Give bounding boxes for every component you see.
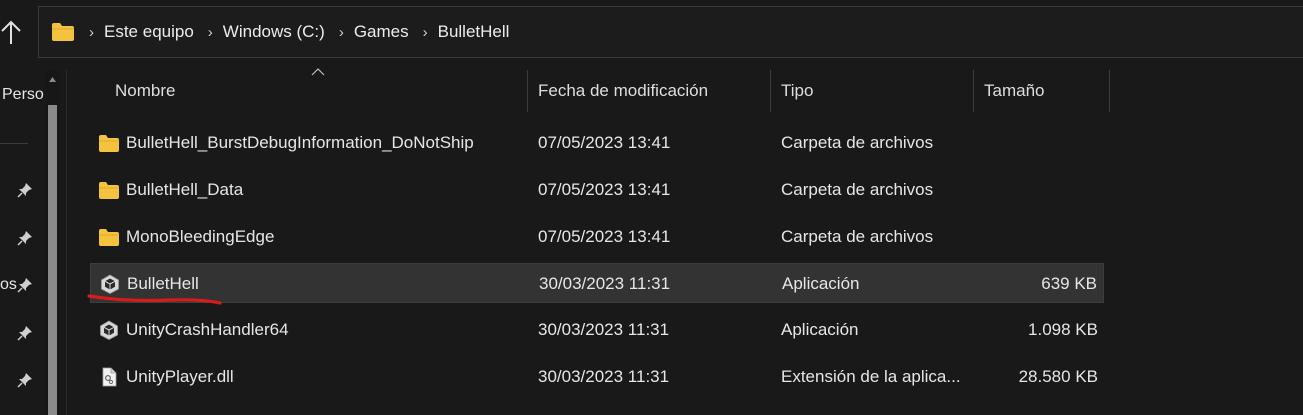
folder-icon	[99, 135, 119, 152]
file-row-selected[interactable]: BulletHell 30/03/2023 11:31 Aplicación 6…	[90, 263, 1104, 303]
pane-divider	[66, 70, 67, 415]
folder-icon	[52, 23, 74, 41]
pin-icon[interactable]	[17, 230, 33, 246]
file-date: 07/05/2023 13:41	[538, 227, 671, 246]
pin-icon[interactable]	[17, 182, 33, 198]
file-name: BulletHell_Data	[126, 180, 244, 199]
scroll-up-arrow-icon[interactable]	[48, 75, 57, 85]
file-name: UnityPlayer.dll	[126, 367, 234, 386]
up-arrow-icon[interactable]	[0, 18, 22, 48]
column-header-name[interactable]: Nombre	[115, 70, 525, 112]
file-name: MonoBleedingEdge	[126, 227, 275, 246]
pin-icon[interactable]	[17, 325, 33, 341]
breadcrumb-separator: ›	[207, 23, 213, 41]
file-row[interactable]: MonoBleedingEdge 07/05/2023 13:41 Carpet…	[90, 217, 1104, 257]
file-size: 1.098 KB	[1028, 320, 1098, 339]
file-row[interactable]: UnityPlayer.dll 30/03/2023 11:31 Extensi…	[90, 357, 1104, 397]
address-bar[interactable]: › Este equipo › Windows (C:) › Games › B…	[38, 6, 1303, 58]
column-separator[interactable]	[973, 70, 974, 112]
file-date: 30/03/2023 11:31	[538, 367, 670, 386]
file-type: Aplicación	[782, 274, 860, 293]
file-name: BulletHell_BurstDebugInformation_DoNotSh…	[126, 133, 474, 152]
breadcrumb-bullethell[interactable]: BulletHell	[438, 22, 510, 42]
pin-icon[interactable]	[17, 372, 33, 388]
file-size: 28.580 KB	[1018, 367, 1098, 386]
nav-item-label[interactable]: os	[0, 276, 17, 294]
file-row[interactable]: BulletHell_Data 07/05/2023 13:41 Carpeta…	[90, 170, 1104, 210]
column-header-date[interactable]: Fecha de modificación	[538, 70, 768, 112]
column-separator[interactable]	[527, 70, 528, 112]
breadcrumb-este-equipo[interactable]: Este equipo	[104, 22, 194, 42]
folder-icon	[99, 182, 119, 199]
breadcrumb-separator: ›	[89, 23, 94, 41]
file-date: 30/03/2023 11:31	[538, 320, 670, 339]
nav-item-label[interactable]: Perso	[2, 86, 44, 104]
folder-icon	[99, 229, 119, 246]
file-type: Extensión de la aplica...	[781, 367, 961, 386]
red-underline-annotation	[87, 294, 222, 305]
dll-file-icon	[102, 367, 117, 387]
breadcrumb-windows-c[interactable]: Windows (C:)	[223, 22, 325, 42]
file-type: Carpeta de archivos	[781, 227, 934, 246]
breadcrumb-games[interactable]: Games	[354, 22, 409, 42]
nav-scrollbar-thumb[interactable]	[48, 105, 57, 415]
column-header-size[interactable]: Tamaño	[984, 70, 1109, 112]
breadcrumb-separator: ›	[338, 23, 344, 41]
file-type: Aplicación	[781, 320, 859, 339]
file-date: 07/05/2023 13:41	[538, 180, 671, 199]
file-row[interactable]: UnityCrashHandler64 30/03/2023 11:31 Apl…	[90, 310, 1104, 350]
file-name: UnityCrashHandler64	[126, 320, 289, 339]
file-date: 07/05/2023 13:41	[538, 133, 671, 152]
file-row[interactable]: BulletHell_BurstDebugInformation_DoNotSh…	[90, 123, 1104, 163]
navigation-pane: Perso os	[0, 70, 46, 415]
nav-divider	[0, 143, 28, 144]
file-explorer-window: › Este equipo › Windows (C:) › Games › B…	[0, 0, 1303, 415]
file-date: 30/03/2023 11:31	[539, 274, 671, 293]
breadcrumb-separator: ›	[422, 23, 428, 41]
column-separator[interactable]	[770, 70, 771, 112]
file-type: Carpeta de archivos	[781, 133, 934, 152]
file-size: 639 KB	[1041, 274, 1097, 293]
unity-app-icon	[100, 320, 118, 340]
column-separator[interactable]	[1109, 70, 1110, 112]
pin-icon[interactable]	[17, 277, 33, 293]
file-type: Carpeta de archivos	[781, 180, 934, 199]
column-header-type[interactable]: Tipo	[781, 70, 971, 112]
